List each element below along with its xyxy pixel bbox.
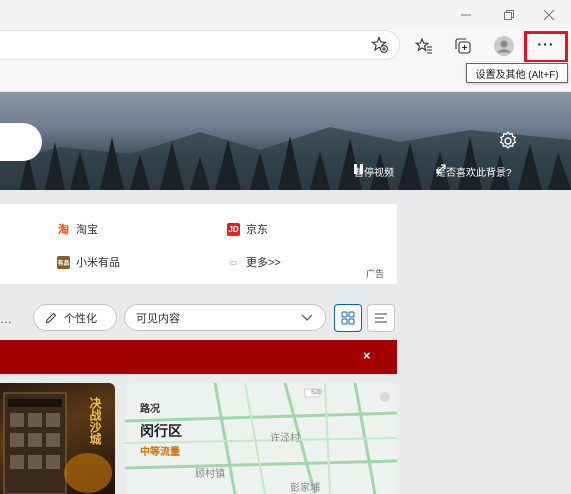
- map-label-gucun: 顾村镇: [195, 469, 225, 480]
- quick-link-label: 小米有品: [76, 257, 120, 269]
- game-ad-card[interactable]: 决战沙城: [0, 383, 115, 494]
- more-sites-icon: ▭: [229, 257, 238, 267]
- quick-link-label: 更多>>: [246, 257, 281, 269]
- browser-toolbar: ···: [0, 30, 571, 63]
- gear-icon: [499, 131, 517, 149]
- quick-link-more[interactable]: ▭ 更多>>: [227, 254, 281, 270]
- quick-links-panel: 淘 淘宝 JD 京东 有品 小米有品 ▭ 更多>> 广告: [0, 204, 397, 284]
- collections-icon: [455, 38, 471, 54]
- title-bar: [0, 0, 571, 30]
- traffic-card[interactable]: S20 许泾村 顾村镇 彭家埔 路况 闵行区 中等流量: [125, 383, 397, 494]
- quick-link-label: 淘宝: [76, 224, 98, 236]
- quick-link-jd[interactable]: JD 京东: [227, 221, 268, 237]
- expand-icon: [436, 164, 446, 174]
- game-title: 决战沙城: [88, 397, 102, 445]
- ellipsis-text: …: [0, 312, 12, 326]
- chevron-down-icon: [301, 314, 313, 321]
- grid-layout-button[interactable]: [334, 304, 362, 332]
- quick-link-taobao[interactable]: 淘 淘宝: [57, 221, 98, 237]
- collections-button[interactable]: [449, 32, 477, 60]
- minimize-button[interactable]: [444, 0, 488, 30]
- traffic-district: 闵行区: [140, 423, 182, 439]
- map-label-xujing: 许泾村: [270, 433, 300, 444]
- address-bar[interactable]: [0, 30, 400, 60]
- personalize-button[interactable]: 个性化: [33, 304, 117, 331]
- grid-icon: [341, 311, 355, 325]
- map-label-road: S20: [311, 390, 322, 396]
- taobao-icon: 淘: [58, 224, 69, 236]
- new-tab-page: 暂停视频 是否喜欢此背景? 淘 淘宝 JD 京东 有品 小米有品 ▭ 更多>> …: [0, 92, 571, 494]
- youpin-icon: 有品: [57, 255, 70, 269]
- visible-content-dropdown[interactable]: 可见内容: [124, 304, 326, 331]
- pause-icon: [354, 164, 363, 174]
- page-settings-button[interactable]: [497, 130, 519, 152]
- favorites-button[interactable]: [410, 32, 438, 60]
- more-icon: ···: [537, 36, 555, 52]
- feed-controls: … 个性化 可见内容: [0, 302, 400, 334]
- personalize-label: 个性化: [64, 312, 97, 325]
- close-icon: [544, 10, 554, 20]
- notification-banner: ×: [0, 340, 397, 374]
- pencil-icon: [45, 312, 57, 323]
- map-label-pengjiapu: 彭家埔: [290, 483, 320, 494]
- profile-button[interactable]: [490, 32, 518, 60]
- list-layout-button[interactable]: [367, 304, 395, 332]
- quick-link-label: 京东: [246, 224, 268, 236]
- jd-icon: JD: [227, 222, 240, 236]
- visible-content-label: 可见内容: [136, 312, 180, 325]
- background-image: 暂停视频 是否喜欢此背景?: [0, 92, 571, 190]
- traffic-title: 路况: [140, 404, 160, 415]
- close-window-button[interactable]: [527, 0, 571, 30]
- like-background-button[interactable]: 是否喜欢此背景?: [436, 164, 512, 179]
- minimize-icon: [461, 14, 471, 16]
- add-favorite-button[interactable]: [366, 31, 394, 59]
- restore-icon: [504, 10, 514, 20]
- avatar-icon: [494, 36, 514, 56]
- pause-video-button[interactable]: 暂停视频: [354, 164, 394, 179]
- list-icon: [375, 313, 387, 323]
- star-add-icon: [371, 36, 388, 53]
- banner-close-button[interactable]: ×: [363, 348, 371, 363]
- favorites-icon: [415, 37, 432, 54]
- search-box[interactable]: [0, 123, 42, 161]
- ad-label: 广告: [366, 269, 385, 279]
- restore-button[interactable]: [487, 0, 531, 30]
- settings-and-more-button[interactable]: ···: [524, 31, 568, 63]
- settings-tooltip: 设置及其他 (Alt+F): [466, 63, 568, 83]
- quick-link-youpin[interactable]: 有品 小米有品: [57, 254, 120, 270]
- traffic-status: 中等流量: [140, 447, 180, 458]
- like-background-label: 是否喜欢此背景?: [436, 168, 512, 179]
